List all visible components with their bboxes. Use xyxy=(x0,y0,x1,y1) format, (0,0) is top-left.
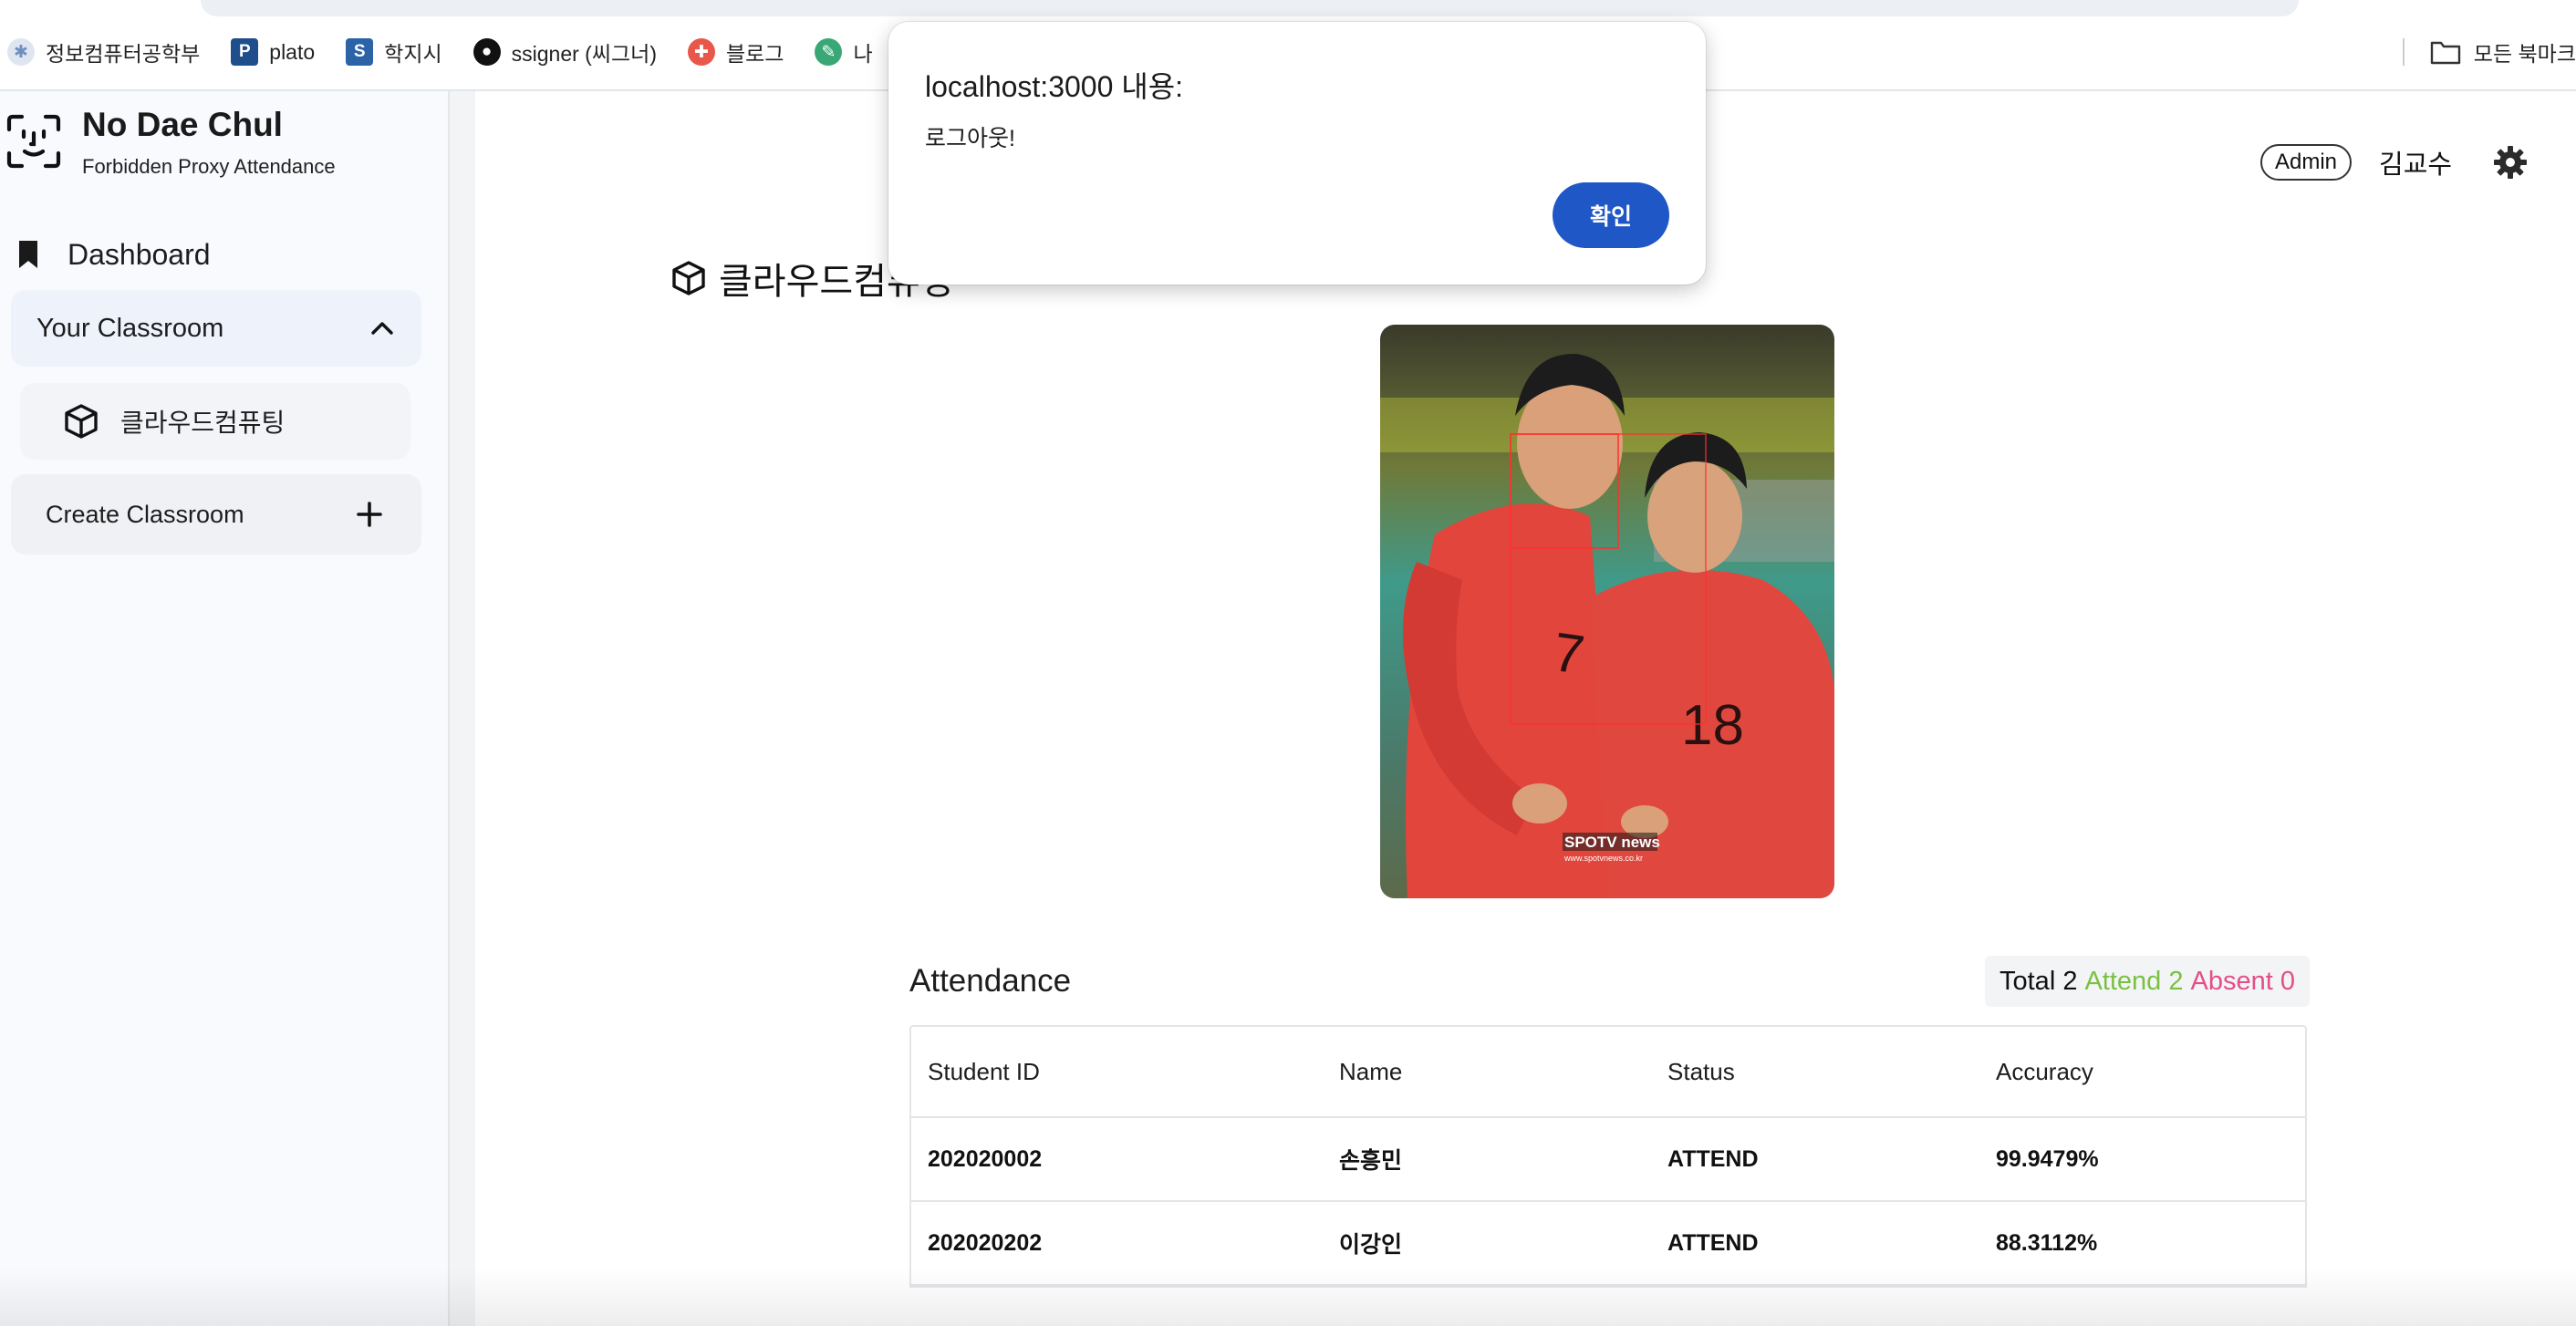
bookmark-label: 나 xyxy=(853,42,873,66)
user-name[interactable]: 김교수 xyxy=(2379,143,2452,181)
attendance-photo: 7 18 SPOTV news www.spotvnews.co.kr xyxy=(1380,325,1834,898)
bookmark-label: 정보컴퓨터공학부 xyxy=(46,42,201,66)
plus-icon xyxy=(357,502,382,527)
jersey-number-18: 18 xyxy=(1681,694,1744,757)
ok-button[interactable]: 확인 xyxy=(1553,182,1669,248)
cube-icon xyxy=(65,404,98,439)
table-row[interactable]: 202020002 손흥민 ATTEND 99.9479% xyxy=(911,1118,2305,1202)
cell-status: ATTEND xyxy=(1667,1145,1759,1172)
total-count: Total 2 xyxy=(2000,966,2078,996)
brand-name: No Dae Chul xyxy=(82,106,283,143)
attendance-table: Student ID Name Status Accuracy 20202000… xyxy=(909,1025,2307,1288)
attend-count: Attend 2 xyxy=(2084,966,2184,996)
blog-icon: ✚ xyxy=(687,38,715,66)
create-classroom-button[interactable]: Create Classroom xyxy=(11,474,421,554)
sidebar: No Dae Chul Forbidden Proxy Attendance D… xyxy=(0,91,450,1326)
brand-subtitle: Forbidden Proxy Attendance xyxy=(82,155,336,178)
bookmark-0[interactable]: ✱ 정보컴퓨터공학부 xyxy=(7,36,200,67)
absent-count: Absent 0 xyxy=(2190,966,2295,996)
brand[interactable]: No Dae Chul Forbidden Proxy Attendance xyxy=(5,104,434,186)
cell-name: 손흥민 xyxy=(1339,1148,1403,1174)
photo-watermark: SPOTV news xyxy=(1564,834,1660,851)
your-classroom-label: Your Classroom xyxy=(36,313,224,343)
column-header-name[interactable]: Name xyxy=(1323,1058,1651,1086)
cell-student-id: 202020202 xyxy=(928,1229,1043,1256)
bookmark-green-icon: ✎ xyxy=(815,38,843,66)
bookmark-2[interactable]: S 학지시 xyxy=(346,36,442,67)
column-header-accuracy[interactable]: Accuracy xyxy=(1979,1058,2305,1086)
alert-dialog: localhost:3000 내용: 로그아웃! 확인 xyxy=(888,22,1706,285)
face-scan-icon xyxy=(6,114,61,169)
create-classroom-label: Create Classroom xyxy=(46,500,244,528)
hakjisi-icon: S xyxy=(346,38,374,66)
cell-status: ATTEND xyxy=(1667,1229,1759,1256)
bookmark-4[interactable]: ✚ 블로그 xyxy=(687,36,784,67)
table-row[interactable]: 202020202 이강인 ATTEND 88.3112% xyxy=(911,1202,2305,1286)
nav-dashboard-label: Dashboard xyxy=(68,237,211,271)
cell-accuracy: 99.9479% xyxy=(1996,1145,2099,1172)
cell-name: 이강인 xyxy=(1339,1232,1403,1258)
university-icon: ✱ xyxy=(7,38,35,66)
bookmark-label: ssigner (씨그너) xyxy=(511,42,657,66)
dialog-message: 로그아웃! xyxy=(925,126,1015,151)
folder-icon xyxy=(2430,41,2460,65)
photo-illustration: 7 18 SPOTV news www.spotvnews.co.kr xyxy=(1380,325,1834,898)
attendance-summary: Total 2 Attend 2 Absent 0 xyxy=(1985,956,2310,1007)
github-icon: ● xyxy=(473,38,501,66)
gear-icon[interactable] xyxy=(2492,144,2529,181)
sidebar-item-classroom[interactable]: 클라우드컴퓨팅 xyxy=(20,383,410,460)
role-badge: Admin xyxy=(2260,144,2353,181)
bookmark-label: 학지시 xyxy=(384,42,442,66)
attendance-title: Attendance xyxy=(909,963,1072,999)
all-bookmarks-label: 모든 북마크 xyxy=(2473,42,2576,66)
column-header-student-id[interactable]: Student ID xyxy=(911,1058,1323,1086)
bookmark-label: plato xyxy=(269,39,316,64)
classroom-label: 클라우드컴퓨팅 xyxy=(120,409,286,437)
column-header-status[interactable]: Status xyxy=(1651,1058,1979,1086)
cube-icon xyxy=(672,261,705,295)
cell-student-id: 202020002 xyxy=(928,1145,1043,1172)
sidebar-gutter xyxy=(450,91,475,1326)
nav-dashboard[interactable]: Dashboard xyxy=(16,235,211,274)
table-header-row: Student ID Name Status Accuracy xyxy=(911,1027,2305,1118)
photo-watermark-sub: www.spotvnews.co.kr xyxy=(1563,854,1643,863)
user-header: Admin 김교수 xyxy=(2260,142,2529,182)
all-bookmarks[interactable]: 모든 북마크 xyxy=(2402,22,2576,82)
dialog-title: localhost:3000 내용: xyxy=(925,70,1184,103)
your-classroom-toggle[interactable]: Your Classroom xyxy=(11,290,421,367)
bookmark-3[interactable]: ● ssigner (씨그너) xyxy=(473,36,657,67)
bookmark-5[interactable]: ✎ 나 xyxy=(815,36,873,67)
address-bar[interactable] xyxy=(201,0,2299,16)
plato-icon: P xyxy=(231,38,259,66)
bookmark-1[interactable]: P plato xyxy=(231,38,315,66)
bookmark-icon xyxy=(19,241,37,268)
bookmark-label: 블로그 xyxy=(725,42,784,66)
cell-accuracy: 88.3112% xyxy=(1996,1229,2098,1256)
divider xyxy=(2402,38,2405,66)
chevron-up-icon xyxy=(371,322,393,335)
